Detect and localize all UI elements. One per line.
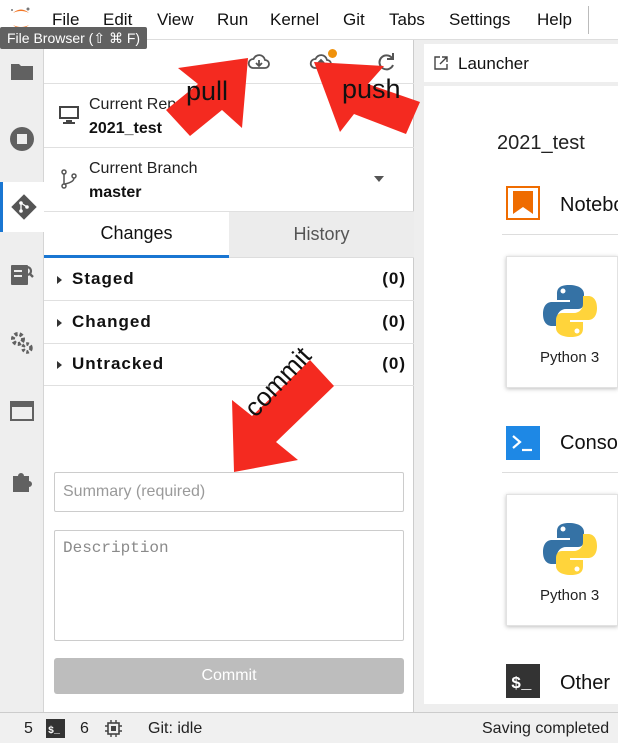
status-bar: 5 $_ 6 Git: idle Saving completed <box>0 712 618 743</box>
summary-input[interactable] <box>54 472 404 512</box>
kernel-card-label: Python 3 <box>540 587 600 604</box>
notebook-python3-card[interactable]: Python 3 <box>506 256 618 388</box>
kernel-count[interactable]: 6 <box>80 720 89 738</box>
commit-button[interactable]: Commit <box>54 658 404 694</box>
changed-section[interactable]: Changed (0) <box>44 302 414 344</box>
menu-run[interactable]: Run <box>217 10 248 30</box>
file-browser-tab[interactable] <box>0 46 44 96</box>
current-branch-value: master <box>89 184 142 201</box>
svg-text:$_: $_ <box>48 725 61 737</box>
git-tabs: Changes History <box>44 212 414 258</box>
cloud-download-icon[interactable] <box>247 50 271 74</box>
desktop-icon <box>59 106 79 124</box>
property-inspector-icon <box>11 265 34 285</box>
tabs-icon <box>10 401 34 421</box>
menu-kernel[interactable]: Kernel <box>270 10 319 30</box>
menu-tabs[interactable]: Tabs <box>389 10 425 30</box>
terminal-icon: $_ <box>46 719 65 738</box>
terminal-count[interactable]: 5 <box>24 720 33 738</box>
pull-annotation-label: pull <box>186 76 229 106</box>
terminal-icon: $_ <box>506 664 540 698</box>
category-divider <box>502 472 618 473</box>
svg-text:$_: $_ <box>511 675 532 694</box>
python-logo-icon <box>543 523 597 575</box>
current-branch-label: Current Branch <box>89 160 198 177</box>
console-category-label: Console <box>560 432 618 454</box>
launcher-cwd-title: 2021_test <box>497 132 585 154</box>
section-label: Staged <box>72 269 135 288</box>
section-count: (0) <box>382 269 406 288</box>
console-icon <box>506 426 540 460</box>
git-tab[interactable] <box>0 182 44 232</box>
launcher-tab-label: Launcher <box>458 54 529 73</box>
kernel-chip-icon <box>105 720 122 737</box>
tab-history[interactable]: History <box>229 212 414 258</box>
git-icon <box>10 194 37 220</box>
folder-icon <box>11 64 33 80</box>
notebook-category-label: Notebook <box>560 194 618 216</box>
staged-section[interactable]: Staged (0) <box>44 259 414 301</box>
branch-icon <box>61 169 77 189</box>
console-python3-card[interactable]: Python 3 <box>506 494 618 626</box>
section-label: Changed <box>72 312 152 331</box>
tab-launcher[interactable]: Launcher <box>424 44 618 82</box>
untracked-section[interactable]: Untracked (0) <box>44 344 414 386</box>
menu-settings[interactable]: Settings <box>449 10 510 30</box>
tabs-tab[interactable] <box>0 386 44 436</box>
extension-manager-tab[interactable] <box>0 456 44 506</box>
category-divider <box>502 234 618 235</box>
current-repository-value: 2021_test <box>89 120 162 137</box>
kernel-card-label: Python 3 <box>540 349 600 366</box>
chevron-down-icon[interactable] <box>374 176 384 182</box>
current-branch-row[interactable]: Current Branch master <box>44 148 414 212</box>
menu-view[interactable]: View <box>157 10 194 30</box>
settings-tab[interactable] <box>0 318 44 368</box>
save-status: Saving completed <box>482 720 610 737</box>
section-count: (0) <box>382 354 406 373</box>
push-annotation-label: push <box>342 74 401 104</box>
section-count: (0) <box>382 312 406 331</box>
settings-icon <box>11 332 33 354</box>
section-label: Untracked <box>72 354 165 373</box>
caret-right-icon <box>57 319 62 327</box>
menu-git[interactable]: Git <box>343 10 365 30</box>
file-browser-tooltip: File Browser (⇧ ⌘ F) <box>0 27 148 49</box>
menu-divider <box>588 6 589 34</box>
running-sessions-tab[interactable] <box>0 114 44 164</box>
caret-right-icon <box>57 361 62 369</box>
tab-changes[interactable]: Changes <box>44 212 229 258</box>
caret-right-icon <box>57 276 62 284</box>
push-pending-badge <box>328 49 337 58</box>
python-logo-icon <box>543 285 597 337</box>
description-input[interactable] <box>54 530 404 641</box>
left-activity-bar <box>0 40 44 712</box>
refresh-icon[interactable] <box>374 50 398 74</box>
notebook-icon <box>506 186 540 220</box>
git-status: Git: idle <box>148 720 203 737</box>
launch-icon <box>434 56 448 70</box>
extension-icon <box>13 473 32 492</box>
menu-help[interactable]: Help <box>537 10 572 30</box>
running-icon <box>10 127 34 151</box>
git-panel: Current Repository 2021_test Current Bra… <box>44 40 414 712</box>
property-inspector-tab[interactable] <box>0 250 44 300</box>
other-category-label: Other <box>560 672 611 694</box>
main-dock-area: Launcher 2021_test Notebook Python 3 Con… <box>414 40 618 712</box>
